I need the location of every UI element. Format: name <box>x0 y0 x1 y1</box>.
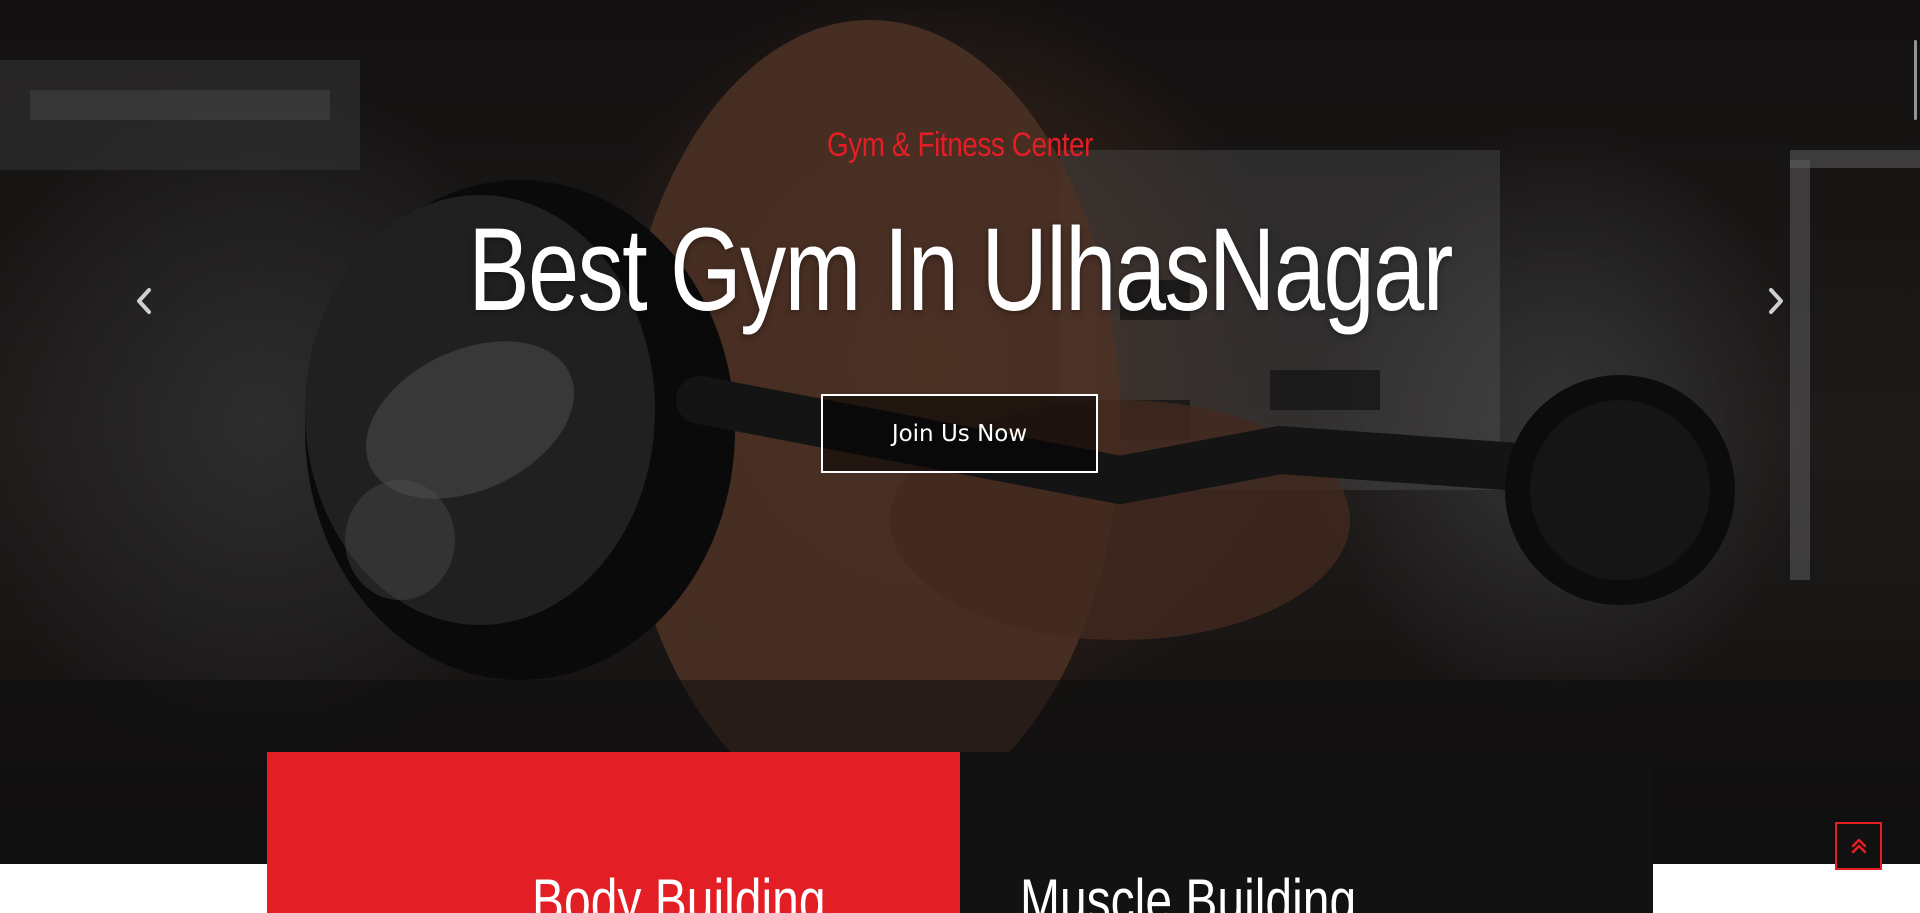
service-cards: Body Building Muscle Building <box>267 752 1653 913</box>
join-us-button[interactable]: Join Us Now <box>821 394 1098 473</box>
service-card-title: Body Building <box>532 867 826 913</box>
double-chevron-up-icon <box>1851 838 1866 854</box>
page: Gym & Fitness Center Best Gym In UlhasNa… <box>0 0 1920 913</box>
chevron-left-icon <box>137 288 151 314</box>
scroll-to-top-button[interactable] <box>1835 822 1882 870</box>
service-card-title: Muscle Building <box>1020 867 1357 913</box>
scrollbar-thumb[interactable] <box>1914 40 1917 120</box>
slider-prev-button[interactable] <box>129 286 159 316</box>
hero-slider: Gym & Fitness Center Best Gym In UlhasNa… <box>0 0 1920 864</box>
service-card-muscle-building[interactable]: Muscle Building <box>960 752 1653 913</box>
hero-subtitle: Gym & Fitness Center <box>826 126 1094 164</box>
service-card-body-building[interactable]: Body Building <box>267 752 960 913</box>
chevron-right-icon <box>1769 288 1783 314</box>
hero-title: Best Gym In UlhasNagar <box>468 204 1453 336</box>
slider-next-button[interactable] <box>1761 286 1791 316</box>
